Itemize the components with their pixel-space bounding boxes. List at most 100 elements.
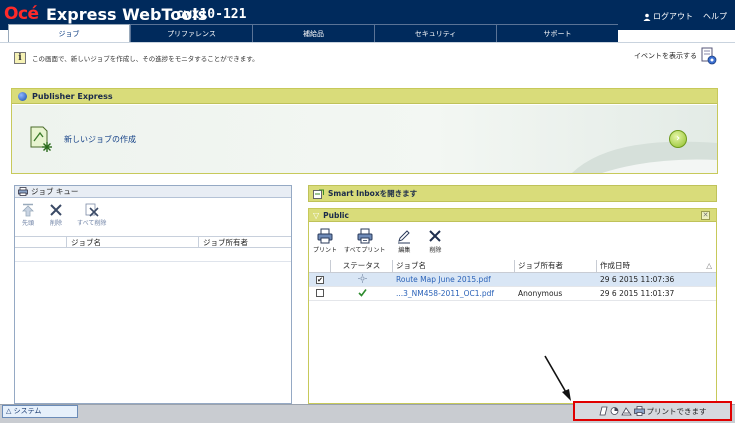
row-status	[331, 274, 393, 285]
queue-delete-all-label: すべて削除	[77, 220, 107, 227]
main-tabs: ジョブ プリファレンス 補給品 セキュリティ サポート	[8, 24, 618, 42]
publisher-express-panel: Publisher Express 新しいジョブの作成 ›	[11, 88, 718, 174]
tab-support[interactable]: サポート	[496, 24, 618, 42]
create-new-job-label: 新しいジョブの作成	[64, 134, 136, 144]
row-owner: Anonymous	[518, 289, 563, 298]
col-created[interactable]: 作成日時 △	[597, 260, 716, 273]
row-checkbox[interactable]	[316, 288, 324, 297]
job-queue-title: ジョブ キュー	[31, 187, 79, 196]
paper-icon	[598, 406, 608, 416]
public-inbox-panel: ▽ Public ✕ プリント すべてプリント 編集 削除 ステータス ジョブ名…	[308, 208, 717, 404]
row-job-name[interactable]: Route Map June 2015.pdf	[393, 275, 515, 284]
inbox-table-header: ステータス ジョブ名 ジョブ所有者 作成日時 △	[309, 259, 716, 273]
queue-empty-row	[15, 248, 291, 262]
delete-x-icon	[50, 204, 62, 216]
printer-status-text: プリントできます	[646, 406, 707, 416]
help-link[interactable]: ヘルプ	[703, 11, 727, 22]
arrow-up-icon	[22, 203, 34, 217]
public-inbox-title: Public	[323, 210, 349, 220]
print-all-button[interactable]: すべてプリント	[344, 228, 385, 254]
col-owner[interactable]: ジョブ所有者	[515, 259, 597, 273]
print-all-label: すべてプリント	[344, 247, 386, 254]
print-button[interactable]: プリント	[313, 228, 337, 254]
tab-jobs[interactable]: ジョブ	[8, 24, 130, 42]
col-created-label: 作成日時	[600, 260, 630, 270]
show-events-label: イベントを表示する	[634, 52, 697, 60]
oce-logo: Océ	[4, 4, 39, 24]
smart-inbox-header[interactable]: Smart Inboxを開きます	[308, 185, 717, 202]
move-to-top-button[interactable]: 先頭	[21, 203, 35, 227]
inbox-icon	[313, 189, 324, 199]
toner-icon	[610, 407, 618, 415]
collapse-triangle-icon[interactable]: ▽	[313, 211, 319, 220]
sort-ascending-icon: △	[706, 260, 712, 270]
printer-icon	[317, 228, 333, 244]
edit-button[interactable]: 編集	[392, 228, 416, 254]
row-checkbox-cell: ✔	[309, 275, 331, 284]
printer-icon	[633, 406, 645, 416]
info-icon: i	[14, 52, 26, 64]
checkmark-icon	[357, 289, 367, 297]
job-queue-toolbar: 先頭 削除 すべて削除	[15, 198, 291, 233]
col-job-name[interactable]: ジョブ名	[393, 259, 515, 273]
finisher-icon	[620, 407, 632, 416]
header-links: ログアウト ヘルプ	[643, 11, 727, 22]
tab-supplies[interactable]: 補給品	[252, 24, 374, 42]
edit-label: 編集	[398, 247, 411, 254]
col-select	[309, 259, 331, 273]
printer-status-indicator[interactable]: プリントできます	[573, 401, 732, 421]
tab-security[interactable]: セキュリティ	[374, 24, 496, 42]
move-to-top-label: 先頭	[21, 220, 34, 227]
row-checkbox[interactable]: ✔	[316, 276, 324, 284]
queue-delete-button[interactable]: 削除	[49, 203, 63, 227]
event-log-icon	[701, 47, 717, 65]
row-job-name[interactable]: ...3_NM458-2011_OC1.pdf	[393, 289, 515, 298]
print-label: プリント	[313, 247, 338, 254]
row-created: 29 6 2015 11:07:36	[600, 275, 675, 284]
row-checkbox-cell	[309, 288, 331, 299]
tab-preferences[interactable]: プリファレンス	[130, 24, 252, 42]
public-inbox-header: ▽ Public ✕	[309, 209, 716, 222]
col-status[interactable]: ステータス	[331, 259, 393, 273]
job-queue-panel: ジョブ キュー 先頭 削除 すべて削除 ジョブ名 ジョブ所有者	[14, 185, 292, 404]
public-inbox-toolbar: プリント すべてプリント 編集 削除	[309, 222, 716, 258]
queue-col-job-name[interactable]: ジョブ名	[67, 237, 199, 247]
delete-all-icon	[85, 203, 99, 217]
inbox-job-table: ステータス ジョブ名 ジョブ所有者 作成日時 △ ✔ Route Map Jun…	[309, 259, 716, 301]
waiting-sun-icon	[357, 274, 367, 283]
info-text: この画面で、新しいジョブを作成し、その進捗をモニタすることができます。	[32, 55, 259, 63]
table-row[interactable]: ...3_NM458-2011_OC1.pdf Anonymous 29 6 2…	[309, 287, 716, 301]
system-triangle-icon: △	[6, 407, 14, 415]
queue-delete-label: 削除	[49, 220, 62, 227]
job-queue-column-header: ジョブ名 ジョブ所有者	[15, 236, 291, 248]
publisher-express-header: Publisher Express	[12, 89, 717, 104]
system-tab-label: システム	[13, 407, 42, 415]
row-status	[331, 288, 393, 299]
publisher-express-body: 新しいジョブの作成 ›	[12, 105, 717, 173]
system-tab[interactable]: △ システム	[2, 405, 78, 418]
host-name: cwx10-121	[176, 7, 247, 22]
print-all-icon	[357, 228, 373, 244]
new-job-icon	[30, 126, 52, 152]
close-icon[interactable]: ✕	[701, 211, 710, 220]
go-arrow-button[interactable]: ›	[669, 130, 687, 148]
logout-link[interactable]: ログアウト	[643, 11, 693, 22]
queue-delete-all-button[interactable]: すべて削除	[77, 203, 106, 227]
inbox-delete-button[interactable]: 削除	[423, 228, 447, 254]
publisher-express-title: Publisher Express	[32, 91, 113, 101]
smart-inbox-title: Smart Inboxを開きます	[328, 189, 418, 198]
info-line: i この画面で、新しいジョブを作成し、その進捗をモニタすることができます。	[14, 52, 259, 64]
delete-x-icon	[429, 230, 442, 242]
printer-icon	[18, 187, 28, 196]
row-created: 29 6 2015 11:01:37	[600, 289, 675, 298]
logout-label: ログアウト	[653, 12, 693, 21]
create-new-job-link[interactable]: 新しいジョブの作成	[28, 125, 136, 153]
publisher-globe-icon	[18, 91, 27, 101]
table-row[interactable]: ✔ Route Map June 2015.pdf 29 6 2015 11:0…	[309, 273, 716, 287]
user-icon	[643, 13, 651, 21]
show-events-link[interactable]: イベントを表示する	[634, 47, 717, 65]
queue-col-spacer	[15, 237, 67, 247]
inbox-delete-label: 削除	[429, 247, 442, 254]
app-window: Océ Express WebTools cwx10-121 ログアウト ヘルプ…	[0, 0, 735, 423]
queue-col-owner[interactable]: ジョブ所有者	[199, 237, 291, 247]
